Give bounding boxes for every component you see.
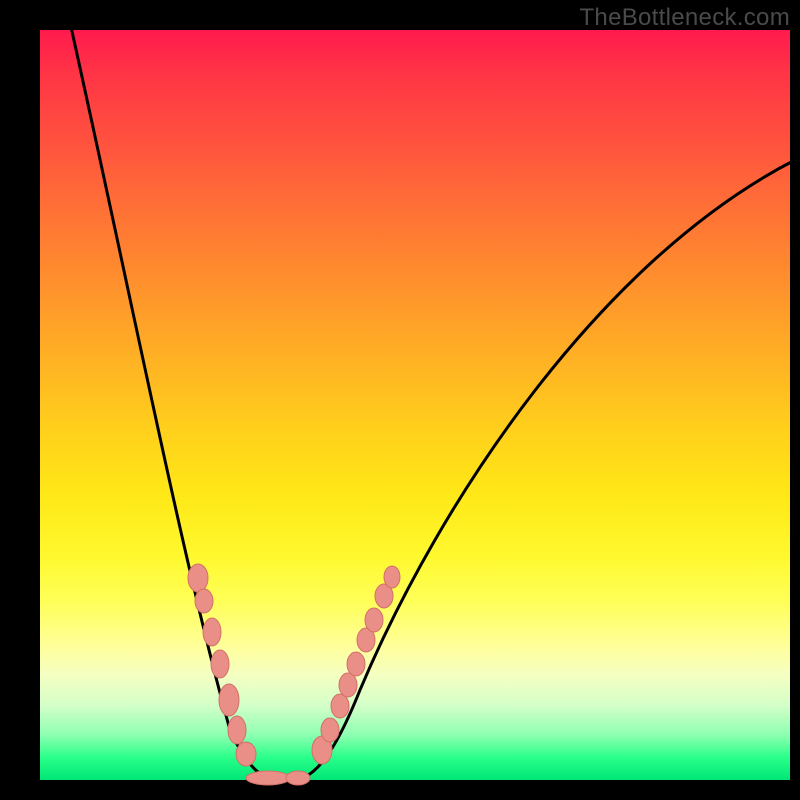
data-marker (246, 771, 290, 785)
data-marker (339, 673, 357, 697)
data-marker (286, 771, 310, 785)
data-marker (211, 650, 229, 678)
data-marker (331, 694, 349, 718)
data-marker (188, 564, 208, 592)
curve-layer (40, 30, 790, 780)
data-marker (347, 652, 365, 676)
bottleneck-curve (65, 0, 795, 782)
data-marker (203, 618, 221, 646)
chart-frame: TheBottleneck.com (0, 0, 800, 800)
data-marker (236, 742, 256, 766)
data-marker (384, 566, 400, 588)
data-marker (195, 589, 213, 613)
data-marker (219, 684, 239, 716)
watermark-text: TheBottleneck.com (579, 4, 790, 32)
data-marker (321, 718, 339, 742)
data-marker (228, 716, 246, 744)
data-marker (365, 608, 383, 632)
plot-area (40, 30, 790, 780)
